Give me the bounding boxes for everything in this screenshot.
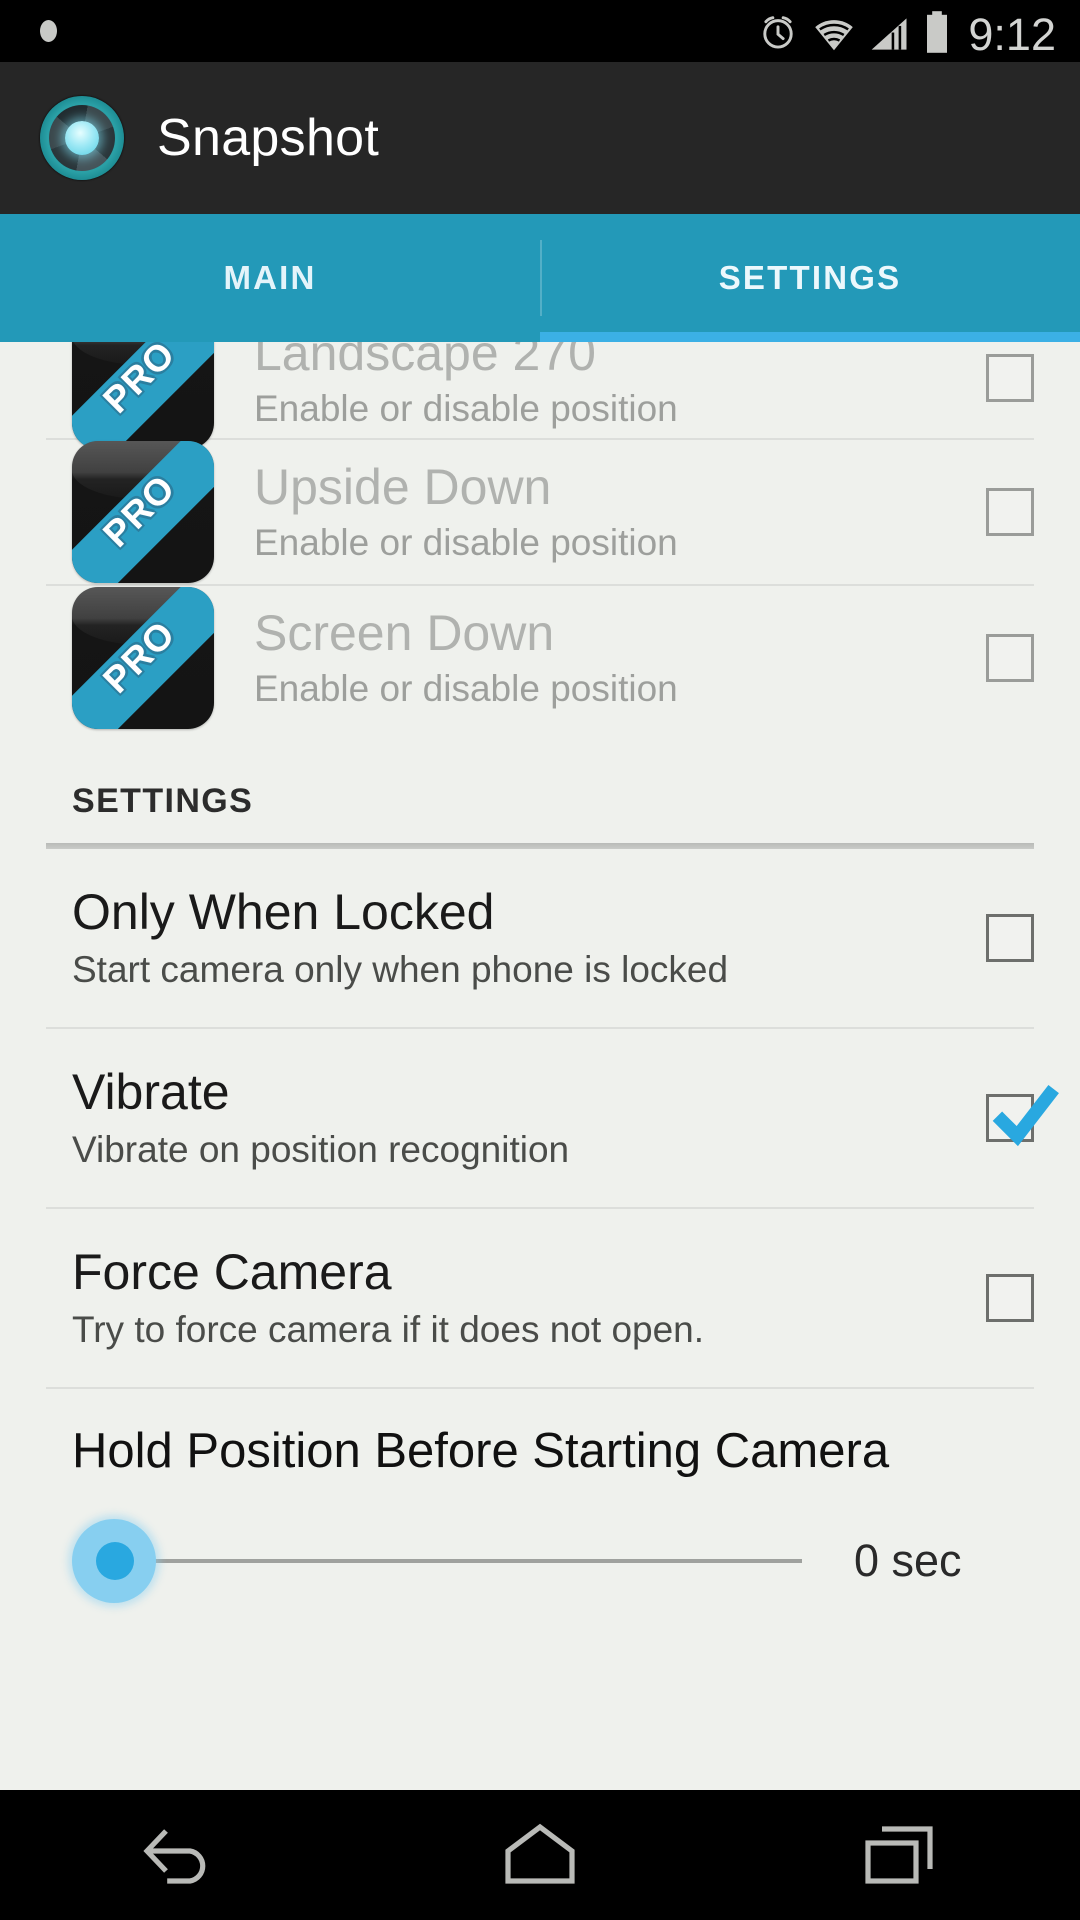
notification-dot	[40, 20, 57, 42]
nav-recents-button[interactable]	[720, 1790, 1080, 1920]
slider-track	[110, 1559, 802, 1563]
status-bar: 9:12	[0, 0, 1080, 62]
checkbox-vibrate[interactable]	[986, 1084, 1059, 1147]
section-header-settings: SETTINGS	[0, 730, 1080, 843]
lens-glow	[65, 121, 99, 155]
pro-badge-icon: PRO	[72, 342, 214, 449]
battery-icon	[927, 11, 948, 53]
wifi-icon	[815, 20, 854, 51]
status-bar-icons: 9:12	[756, 0, 1080, 62]
list-item-screen-down[interactable]: PRO Screen Down Enable or disable positi…	[0, 586, 1080, 730]
system-nav-bar	[0, 1790, 1080, 1920]
snapshot-app-icon	[40, 96, 124, 180]
pro-badge-icon: PRO	[72, 587, 214, 729]
list-item-text: Upside Down Enable or disable position	[254, 460, 962, 564]
back-icon	[143, 1829, 206, 1884]
slider-title: Hold Position Before Starting Camera	[72, 1424, 890, 1478]
page-title: Snapshot	[157, 109, 380, 167]
list-item-title: Landscape 270	[254, 342, 596, 381]
list-item-text: Landscape 270 Enable or disable position	[254, 342, 962, 430]
setting-row-vibrate[interactable]: Vibrate Vibrate on position recognition	[0, 1029, 1080, 1207]
pro-badge-label: PRO	[95, 342, 184, 421]
list-item-subtitle: Enable or disable position	[254, 668, 678, 709]
checkbox-upside-down[interactable]	[986, 488, 1034, 536]
tab-separator	[540, 240, 542, 316]
tab-active-indicator	[540, 332, 1080, 342]
setting-text: Force Camera Try to force camera if it d…	[72, 1245, 962, 1351]
action-bar: Snapshot	[0, 62, 1080, 214]
setting-title: Vibrate	[72, 1064, 230, 1120]
setting-row-only-when-locked[interactable]: Only When Locked Start camera only when …	[0, 849, 1080, 1027]
setting-subtitle: Vibrate on position recognition	[72, 1129, 570, 1170]
tab-settings-label: SETTINGS	[718, 259, 902, 296]
list-item-title: Screen Down	[254, 605, 555, 661]
setting-subtitle: Try to force camera if it does not open.	[72, 1309, 705, 1350]
setting-row-hold-position[interactable]: Hold Position Before Starting Camera 0 s…	[0, 1389, 1080, 1609]
list-item-title: Upside Down	[254, 459, 552, 515]
settings-list[interactable]: PRO Landscape 270 Enable or disable posi…	[0, 342, 1080, 1790]
list-item-subtitle: Enable or disable position	[254, 522, 678, 563]
list-item-landscape-270[interactable]: PRO Landscape 270 Enable or disable posi…	[0, 342, 1080, 449]
list-item-upside-down[interactable]: PRO Upside Down Enable or disable positi…	[0, 440, 1080, 584]
status-bar-clock: 9:12	[968, 9, 1056, 60]
checkbox-screen-down[interactable]	[986, 634, 1034, 682]
nav-home-button[interactable]	[360, 1790, 720, 1920]
alarm-icon	[763, 16, 794, 49]
recents-icon	[865, 1826, 933, 1884]
setting-title: Only When Locked	[72, 884, 495, 940]
tab-main[interactable]: MAIN	[0, 214, 540, 342]
checkbox-landscape-270[interactable]	[986, 354, 1034, 402]
setting-text: Only When Locked Start camera only when …	[72, 885, 962, 991]
signal-icon	[872, 18, 907, 50]
pro-badge-icon: PRO	[72, 441, 214, 583]
list-item-text: Screen Down Enable or disable position	[254, 606, 962, 710]
setting-row-force-camera[interactable]: Force Camera Try to force camera if it d…	[0, 1209, 1080, 1387]
home-icon	[505, 1823, 575, 1884]
app-screen: 9:12 Snapshot MAIN SETTINGS PRO Landscap…	[0, 0, 1080, 1920]
nav-back-button[interactable]	[0, 1790, 360, 1920]
tab-settings[interactable]: SETTINGS	[540, 214, 1080, 342]
tab-main-label: MAIN	[223, 259, 317, 296]
pro-badge-label: PRO	[95, 613, 184, 701]
checkbox-force-camera[interactable]	[986, 1274, 1034, 1322]
setting-title: Force Camera	[72, 1244, 392, 1300]
section-header-label: SETTINGS	[72, 782, 254, 820]
setting-text: Vibrate Vibrate on position recognition	[72, 1065, 962, 1171]
pro-badge-label: PRO	[95, 467, 184, 555]
setting-subtitle: Start camera only when phone is locked	[72, 949, 729, 990]
slider-value-label: 0 sec	[854, 1535, 962, 1586]
list-item-subtitle: Enable or disable position	[254, 388, 678, 429]
slider-thumb[interactable]	[96, 1542, 134, 1580]
checkmark-icon	[992, 1084, 1059, 1147]
tab-bar: MAIN SETTINGS	[0, 214, 1080, 342]
slider-line: 0 sec	[72, 1513, 1034, 1609]
checkbox-only-when-locked[interactable]	[986, 914, 1034, 962]
